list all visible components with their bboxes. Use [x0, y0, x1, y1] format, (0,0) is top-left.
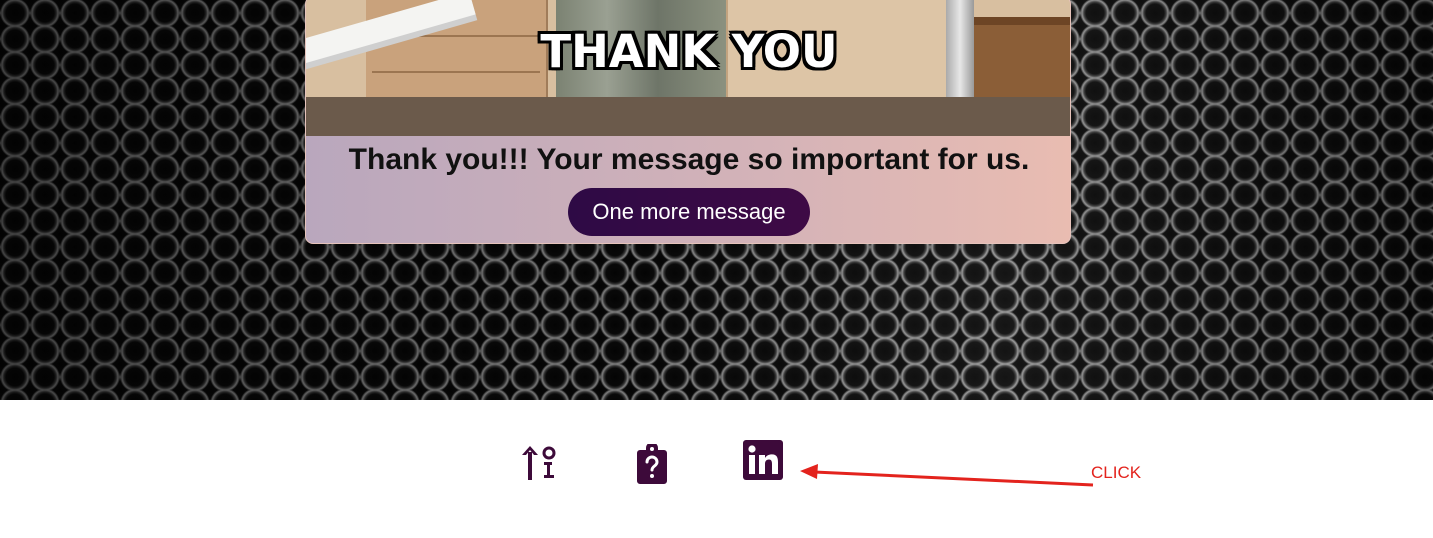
thank-you-card: THANK YOU Thank you!!! Your message so i… — [305, 0, 1071, 244]
footer-icons — [0, 440, 1433, 490]
sort-info-icon[interactable] — [520, 446, 558, 480]
gif-caption: THANK YOU — [540, 25, 838, 78]
linkedin-icon[interactable] — [743, 440, 783, 480]
one-more-message-button[interactable]: One more message — [568, 188, 810, 236]
hero-background: THANK YOU Thank you!!! Your message so i… — [0, 0, 1433, 400]
clipboard-question-icon[interactable] — [637, 444, 667, 484]
gif-floor — [306, 97, 1070, 136]
click-annotation-label: CLICK — [1091, 463, 1142, 482]
thank-you-gif: THANK YOU — [306, 0, 1070, 136]
thank-you-message: Thank you!!! Your message so important f… — [348, 143, 1030, 176]
annotation-arrow — [800, 464, 1094, 487]
